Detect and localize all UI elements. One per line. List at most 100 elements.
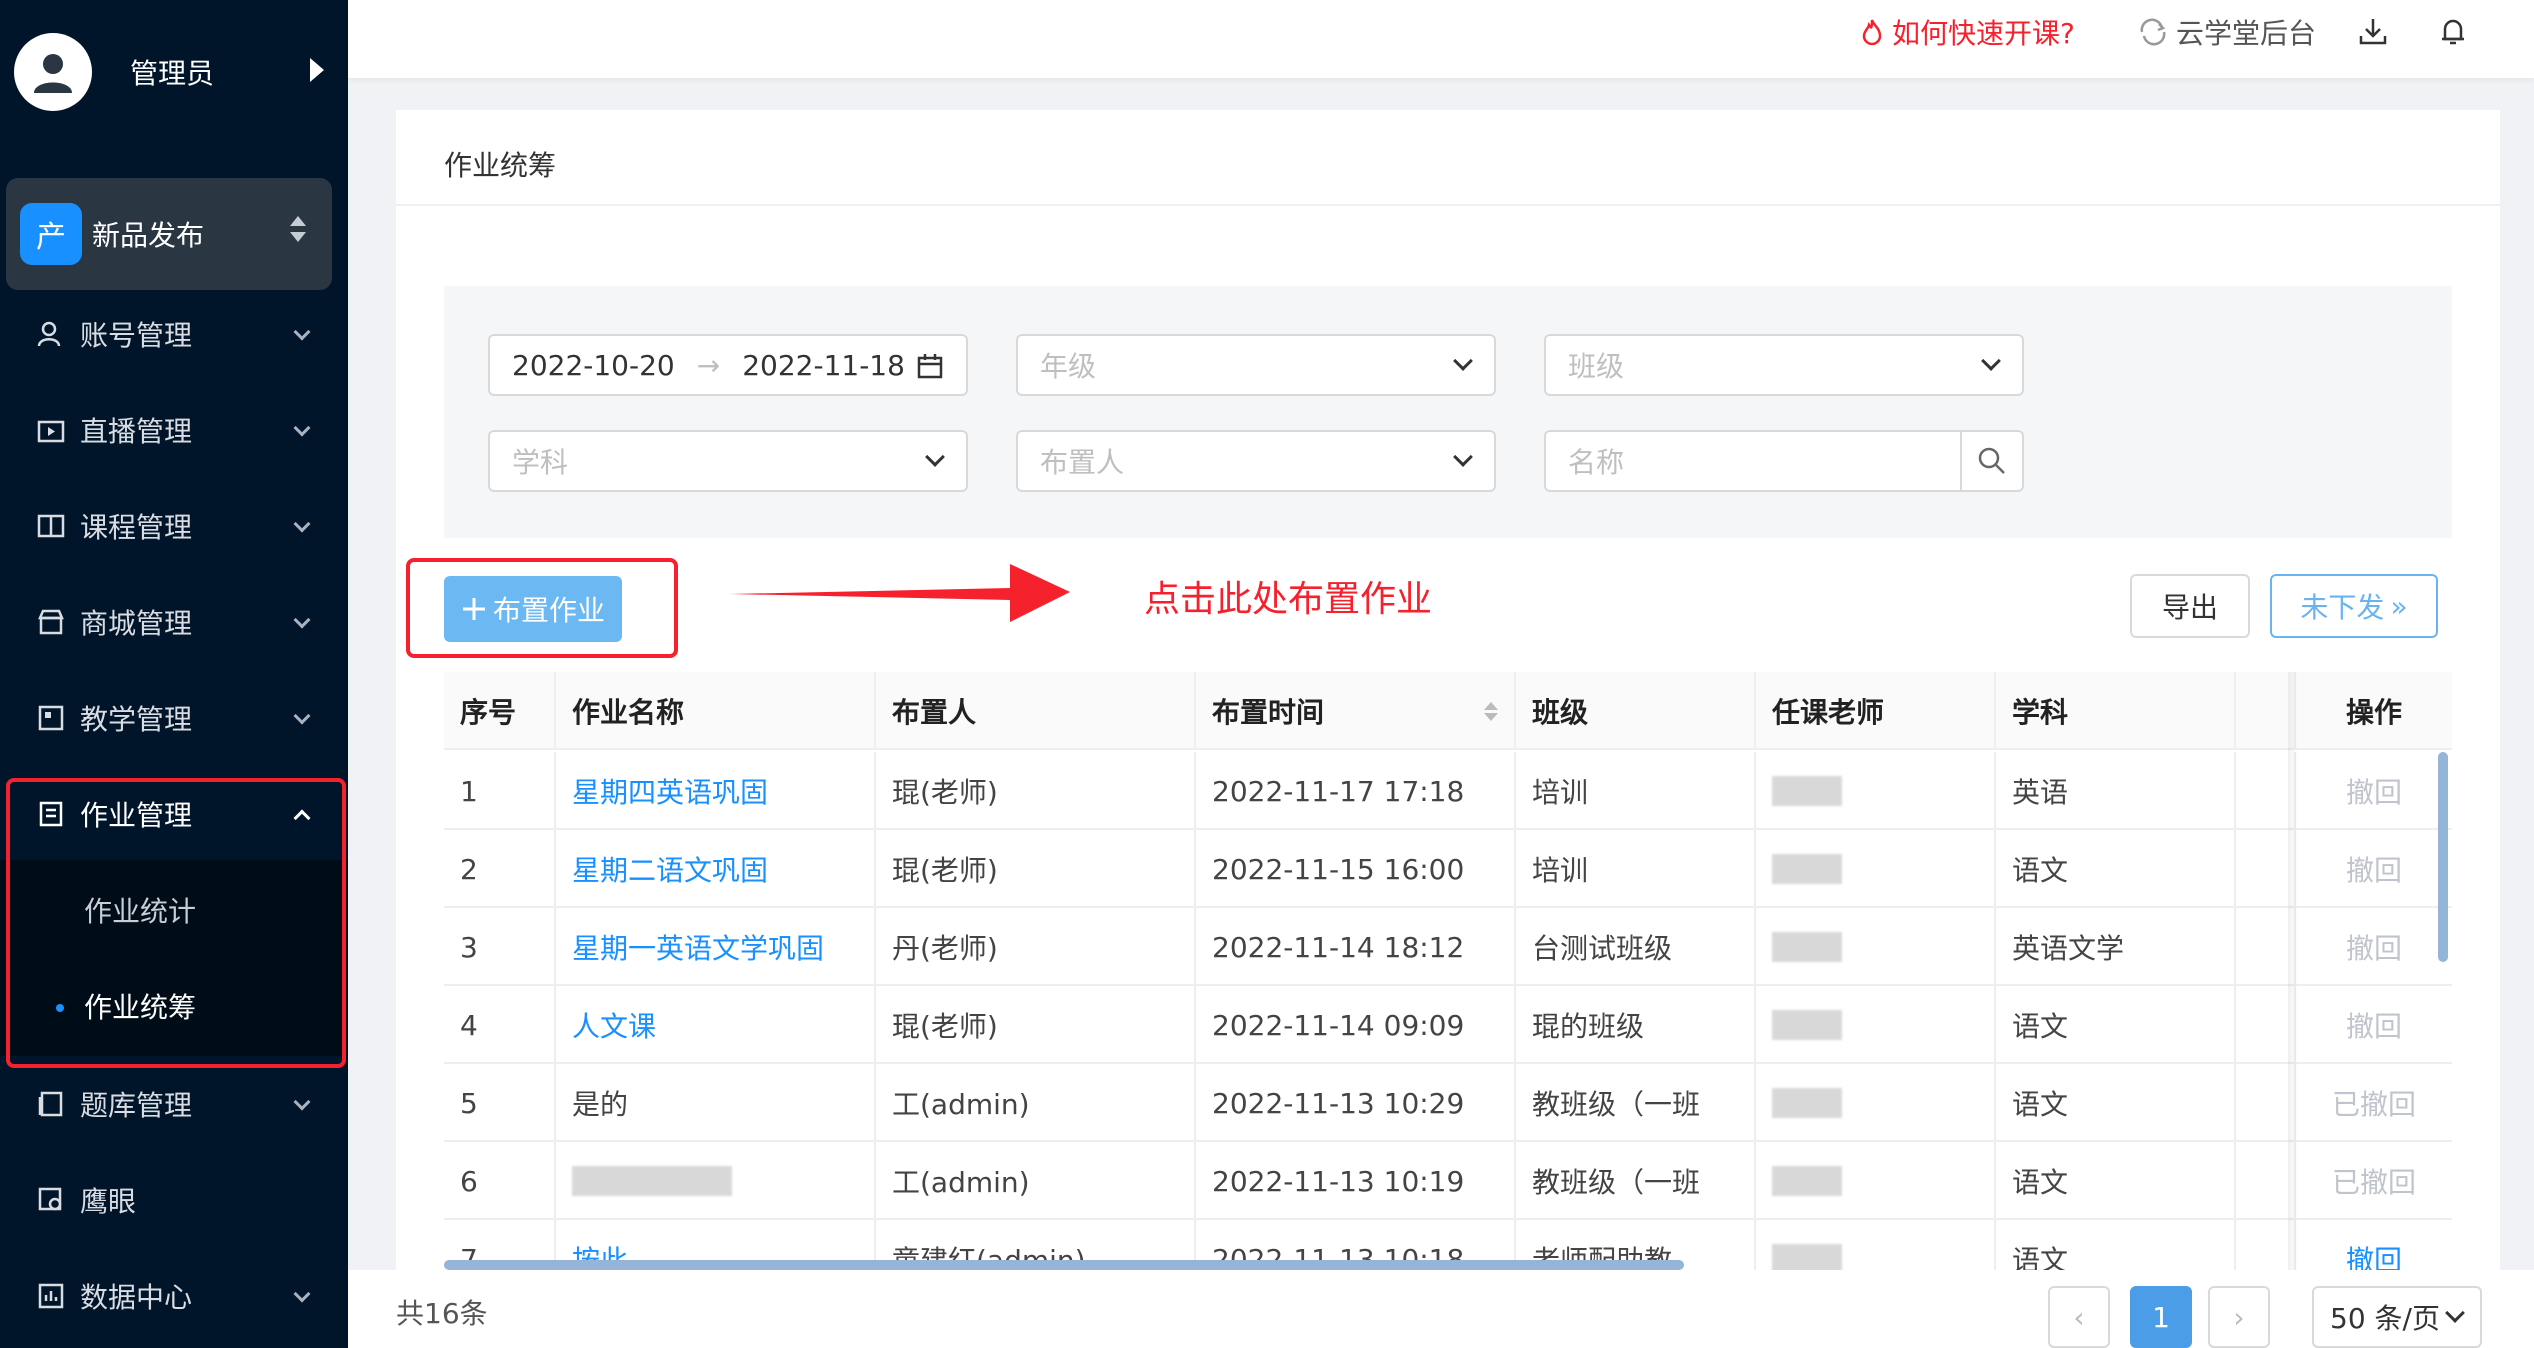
- sidebar-item-teaching[interactable]: 教学管理: [0, 670, 348, 766]
- export-button[interactable]: 导出: [2130, 574, 2250, 638]
- table-cell-assigner: 丹(老师): [876, 908, 1196, 986]
- sidebar-item-course[interactable]: 课程管理: [0, 478, 348, 574]
- sidebar-item-account[interactable]: 账号管理: [0, 286, 348, 382]
- table-cell-no: 4: [444, 986, 556, 1064]
- date-end: 2022-11-18: [742, 348, 905, 382]
- column-header-sortable[interactable]: 布置时间: [1196, 672, 1516, 750]
- subject-select[interactable]: 学科: [488, 430, 968, 492]
- pagination-bar: 共16条 ‹ 1 › 50 条/页: [348, 1270, 2534, 1348]
- table-cell-name: 是的: [556, 1064, 876, 1142]
- revoke-button[interactable]: 已撤回: [2296, 1064, 2452, 1142]
- filter-panel: 2022-10-20 → 2022-11-18 年级 班级 学科 布置人 名称: [444, 286, 2452, 538]
- sidebar-item-label: 课程管理: [80, 511, 193, 544]
- caret-right-icon[interactable]: [310, 58, 324, 82]
- search-icon: [1978, 447, 2005, 474]
- revoke-button[interactable]: 撤回: [2296, 986, 2452, 1064]
- homework-name-link[interactable]: 星期一英语文学巩固: [556, 908, 876, 986]
- live-icon: [36, 415, 66, 445]
- sort-icon[interactable]: [1484, 701, 1498, 721]
- search-button[interactable]: [1962, 430, 2024, 492]
- table-cell-teacher: [1756, 1142, 1996, 1220]
- column-header: 布置人: [876, 672, 1196, 750]
- avatar: [14, 33, 92, 111]
- table-cell-teacher: [1756, 908, 1996, 986]
- help-link[interactable]: 如何快速开课?: [1860, 12, 2075, 52]
- chevron-down-icon: [293, 323, 311, 341]
- arrow-right-icon: →: [696, 348, 721, 382]
- product-switcher[interactable]: 产 新品发布: [6, 178, 332, 290]
- product-badge: 产: [20, 203, 82, 265]
- table-cell-class: 教班级（一班: [1516, 1142, 1756, 1220]
- sync-icon: [2140, 18, 2166, 46]
- revoke-button[interactable]: 撤回: [2296, 1220, 2452, 1270]
- homework-name-link[interactable]: 人文课: [556, 986, 876, 1064]
- vertical-scrollbar[interactable]: [2438, 752, 2448, 962]
- bar-chart-icon: [36, 1281, 66, 1311]
- backend-link[interactable]: 云学堂后台: [2138, 12, 2316, 52]
- table-cell-assigner: 琨(老师): [876, 752, 1196, 830]
- revoke-button[interactable]: 撤回: [2296, 752, 2452, 830]
- table-cell-time: 2022-11-17 17:18: [1196, 752, 1516, 830]
- page-size-label: 50 条/页: [2330, 1302, 2440, 1335]
- table-cell-class: 琨的班级: [1516, 986, 1756, 1064]
- table-cell-subject: 语文: [1996, 1220, 2236, 1270]
- date-range-picker[interactable]: 2022-10-20 → 2022-11-18: [488, 334, 968, 396]
- table-cell-no: 6: [444, 1142, 556, 1220]
- homework-name-link[interactable]: 星期二语文巩固: [556, 830, 876, 908]
- sidebar-item-live[interactable]: 直播管理: [0, 382, 348, 478]
- table-cell-assigner: 工(admin): [876, 1064, 1196, 1142]
- sidebar-item-mall[interactable]: 商城管理: [0, 574, 348, 670]
- user-profile[interactable]: 管理员: [14, 32, 334, 112]
- revoke-button[interactable]: 已撤回: [2296, 1142, 2452, 1220]
- table-cell-time: 2022-11-15 16:00: [1196, 830, 1516, 908]
- main-card: 作业统筹 2022-10-20 → 2022-11-18 年级 班级 学科 布置…: [396, 110, 2500, 1270]
- grade-select[interactable]: 年级: [1016, 334, 1496, 396]
- revoke-button[interactable]: 撤回: [2296, 830, 2452, 908]
- eagle-eye-icon: [36, 1185, 66, 1215]
- chevron-down-icon: [1981, 351, 2001, 371]
- table-cell-no: 2: [444, 830, 556, 908]
- assigner-select[interactable]: 布置人: [1016, 430, 1496, 492]
- sidebar-item-data-center[interactable]: 数据中心: [0, 1248, 348, 1344]
- table-cell-assigner: 琨(老师): [876, 830, 1196, 908]
- unsent-button[interactable]: 未下发 »: [2270, 574, 2438, 638]
- question-bank-icon: [36, 1089, 66, 1119]
- homework-table: 序号 作业名称 布置人 布置时间 班级 任课老师 学科 操作 1 星期四英语巩固琨…: [444, 672, 2452, 1270]
- page-number-button[interactable]: 1: [2130, 1286, 2192, 1348]
- table-cell-empty: [2236, 1064, 2296, 1142]
- sidebar: 管理员 产 新品发布 账号管理 直播管理 课程管理 商城管理 教学管理 作业管理: [0, 0, 348, 1348]
- revoke-button[interactable]: 撤回: [2296, 908, 2452, 986]
- column-header-empty: [2236, 672, 2296, 750]
- table-cell-empty: [2236, 1142, 2296, 1220]
- annotation-highlight-box: [6, 778, 346, 1068]
- horizontal-scrollbar[interactable]: [444, 1260, 1684, 1270]
- page-size-select[interactable]: 50 条/页: [2312, 1286, 2482, 1348]
- next-page-button[interactable]: ›: [2208, 1286, 2270, 1348]
- table-cell-teacher: [1756, 1220, 1996, 1270]
- annotation-text: 点击此处布置作业: [1144, 579, 1433, 620]
- bell-icon[interactable]: [2436, 14, 2470, 48]
- class-select[interactable]: 班级: [1544, 334, 2024, 396]
- sidebar-item-question-bank[interactable]: 题库管理: [0, 1056, 348, 1152]
- backend-link-label: 云学堂后台: [2176, 17, 2317, 50]
- fire-icon: [1862, 19, 1882, 46]
- top-header: 如何快速开课? 云学堂后台: [348, 0, 2534, 78]
- redacted-block: [1772, 932, 1842, 962]
- homework-name-link[interactable]: 星期四英语巩固: [556, 752, 876, 830]
- user-icon: [34, 54, 72, 93]
- column-header: 作业名称: [556, 672, 876, 750]
- table-cell-class: 教班级（一班: [1516, 1064, 1756, 1142]
- table-cell-empty: [2236, 908, 2296, 986]
- fixed-column-shadow: [2288, 672, 2298, 1270]
- name-search-input[interactable]: 名称: [1544, 430, 1962, 492]
- teaching-icon: [36, 703, 66, 733]
- table-cell-subject: 英语: [1996, 752, 2236, 830]
- redacted-block: [1772, 1010, 1842, 1040]
- table-cell-subject: 语文: [1996, 1064, 2236, 1142]
- prev-page-button[interactable]: ‹: [2048, 1286, 2110, 1348]
- table-row: 2 星期二语文巩固 琨(老师) 2022-11-15 16:00 培训 语文 撤回: [444, 830, 2452, 908]
- chevron-left-icon: ‹: [2073, 1300, 2085, 1334]
- download-icon[interactable]: [2356, 14, 2390, 48]
- sidebar-item-eagle-eye[interactable]: 鹰眼: [0, 1152, 348, 1248]
- assign-homework-button[interactable]: 布置作业: [444, 576, 622, 642]
